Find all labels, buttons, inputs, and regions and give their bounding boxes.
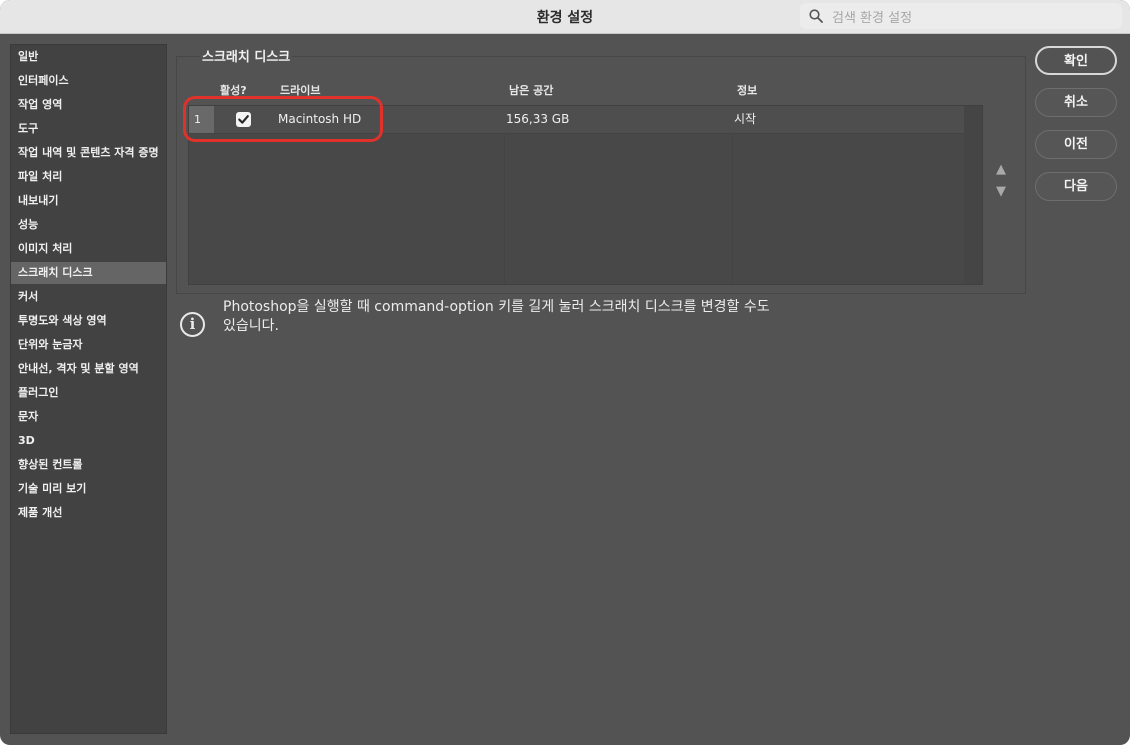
search-placeholder: 검색 환경 설정 bbox=[832, 11, 913, 26]
group-title: 스크래치 디스크 bbox=[200, 46, 293, 65]
sidebar-item-plugins[interactable]: 플러그인 bbox=[11, 382, 166, 404]
sidebar-item-guides-grid[interactable]: 안내선, 격자 및 분할 영역 bbox=[11, 358, 166, 380]
ok-button[interactable]: 확인 bbox=[1035, 46, 1117, 75]
free-space: 156,33 GB bbox=[506, 112, 570, 126]
col-header-info: 정보 bbox=[737, 84, 758, 97]
sidebar-item-product-improvement[interactable]: 제품 개선 bbox=[11, 502, 166, 524]
title-bar: 환경 설정 검색 환경 설정 bbox=[0, 0, 1130, 34]
cancel-button[interactable]: 취소 bbox=[1035, 88, 1117, 117]
table-scrollbar[interactable] bbox=[964, 106, 982, 284]
sidebar-item-type[interactable]: 문자 bbox=[11, 406, 166, 428]
search-icon bbox=[809, 9, 823, 23]
sidebar: 일반 인터페이스 작업 영역 도구 작업 내역 및 콘텐츠 자격 증명 파일 처… bbox=[10, 44, 167, 734]
sidebar-item-tools[interactable]: 도구 bbox=[11, 118, 166, 140]
move-up-arrow-icon[interactable]: ▲ bbox=[996, 162, 1006, 177]
move-down-arrow-icon[interactable]: ▼ bbox=[996, 184, 1006, 199]
sidebar-item-transparency[interactable]: 투명도와 색상 영역 bbox=[11, 310, 166, 332]
sidebar-item-export[interactable]: 내보내기 bbox=[11, 190, 166, 212]
info-text-line-2: 있습니다. bbox=[223, 318, 279, 334]
drive-info: 시작 bbox=[734, 112, 757, 126]
sidebar-item-scratch-disks[interactable]: 스크래치 디스크 bbox=[11, 262, 166, 284]
sidebar-item-file-handling[interactable]: 파일 처리 bbox=[11, 166, 166, 188]
preferences-window: 환경 설정 검색 환경 설정 일반 인터페이스 작업 영역 도구 작업 내역 및… bbox=[0, 0, 1130, 745]
sidebar-item-image-processing[interactable]: 이미지 처리 bbox=[11, 238, 166, 260]
highlight-annotation bbox=[183, 96, 383, 142]
search-field[interactable]: 검색 환경 설정 bbox=[800, 3, 1122, 29]
sidebar-item-history[interactable]: 작업 내역 및 콘텐츠 자격 증명 bbox=[11, 142, 166, 164]
sidebar-item-units-rulers[interactable]: 단위와 눈금자 bbox=[11, 334, 166, 356]
sidebar-item-tech-previews[interactable]: 기술 미리 보기 bbox=[11, 478, 166, 500]
sidebar-item-3d[interactable]: 3D bbox=[11, 430, 166, 452]
sidebar-item-cursors[interactable]: 커서 bbox=[11, 286, 166, 308]
prev-button[interactable]: 이전 bbox=[1035, 130, 1117, 159]
sidebar-item-general[interactable]: 일반 bbox=[11, 46, 166, 68]
col-header-free-space: 남은 공간 bbox=[509, 84, 554, 97]
sidebar-item-interface[interactable]: 인터페이스 bbox=[11, 70, 166, 92]
next-button[interactable]: 다음 bbox=[1035, 172, 1117, 201]
info-text-line-1: Photoshop을 실행할 때 command-option 키를 길게 눌러… bbox=[223, 299, 770, 315]
sidebar-item-workspace[interactable]: 작업 영역 bbox=[11, 94, 166, 116]
info-icon: i bbox=[180, 312, 205, 337]
sidebar-item-enhanced-controls[interactable]: 향상된 컨트롤 bbox=[11, 454, 166, 476]
sidebar-item-performance[interactable]: 성능 bbox=[11, 214, 166, 236]
